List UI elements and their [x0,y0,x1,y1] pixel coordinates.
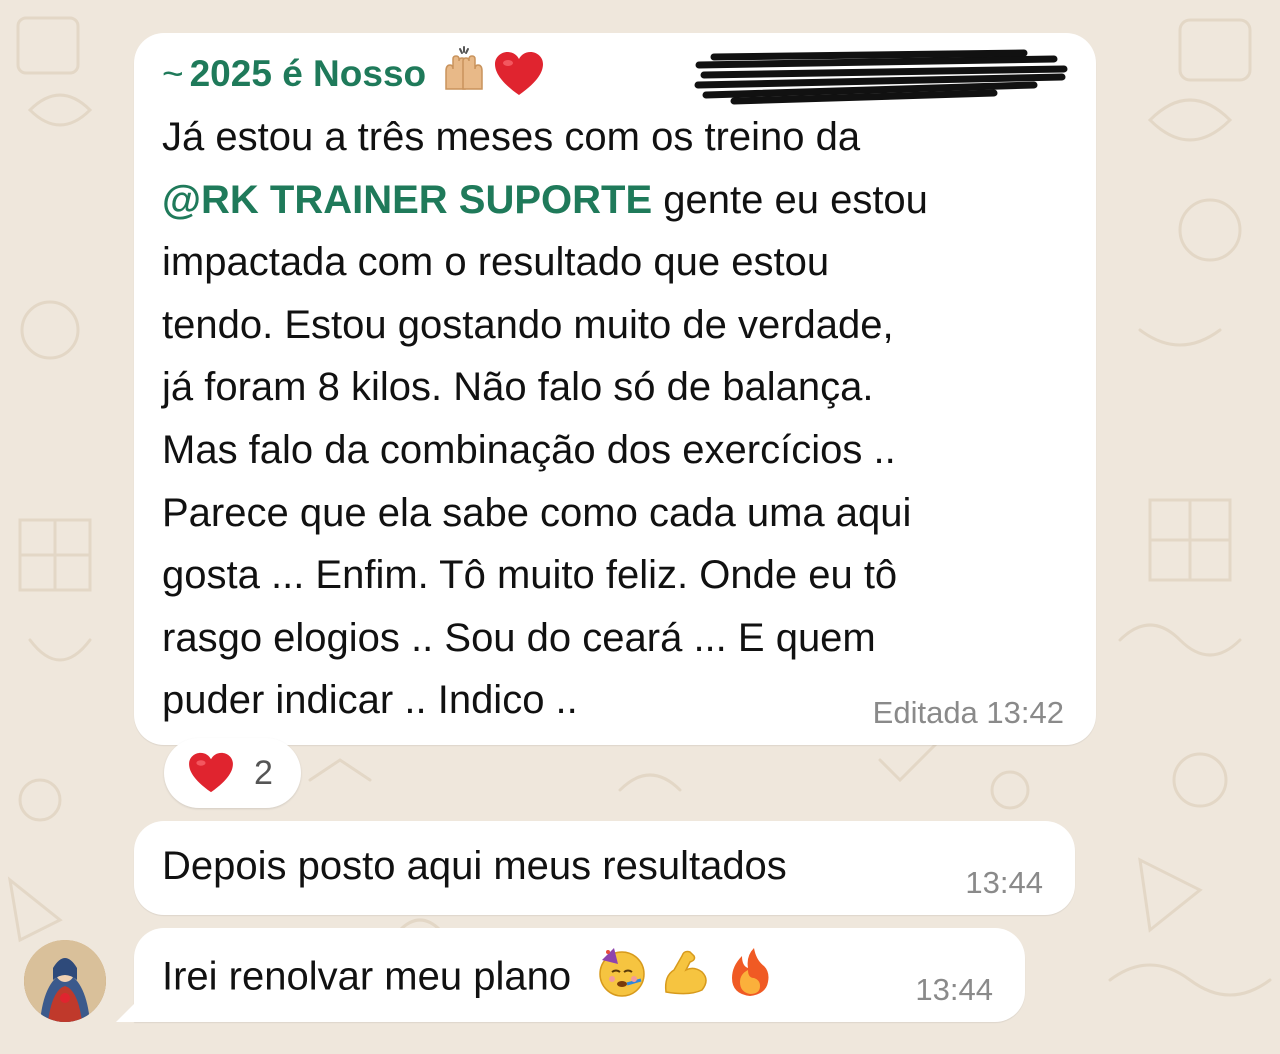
sender-prefix: ~ [162,53,184,94]
partying-face-icon [596,946,648,1012]
edited-label: Editada [872,695,978,730]
message-time: 13:44 [965,865,1043,900]
message-text: Depois posto aqui meus resultados [162,844,787,888]
message-time: 13:44 [915,972,993,1007]
message-bubble[interactable]: ~ 2025 é Nosso Já estou a três meses com… [134,33,1096,745]
message-text-part: Irei renolvar meu plano [162,954,572,999]
red-heart-icon [188,752,234,794]
sender-row: ~ 2025 é Nosso [162,46,544,99]
mention-link[interactable]: @RK TRAINER SUPORTE [162,178,652,222]
reaction-pill[interactable]: 2 [164,738,301,808]
redacted-scribble [694,49,1068,105]
message-text: Irei renolvar meu plano [162,946,776,1012]
message-text: Já estou a três meses com os treino da @… [162,106,1062,732]
message-time: 13:42 [986,695,1064,730]
red-heart-icon [494,51,544,97]
message-meta: Editada 13:42 [873,695,1064,731]
raising-hands-icon [440,45,488,103]
message-text-part: Já estou a três meses com os treino da [162,115,861,159]
fire-icon [724,946,776,1012]
message-bubble[interactable]: Irei renolvar meu plano 13:44 [116,928,1025,1022]
sender-name[interactable]: 2025 é Nosso [190,53,427,95]
emoji-row [596,946,776,1012]
message-bubble[interactable]: Depois posto aqui meus resultados 13:44 [134,821,1075,915]
message-text-part: gente eu estou impactada com o resultado… [162,177,928,723]
avatar[interactable] [24,940,106,1022]
flexed-biceps-icon [660,946,712,1012]
reaction-count: 2 [254,753,273,792]
